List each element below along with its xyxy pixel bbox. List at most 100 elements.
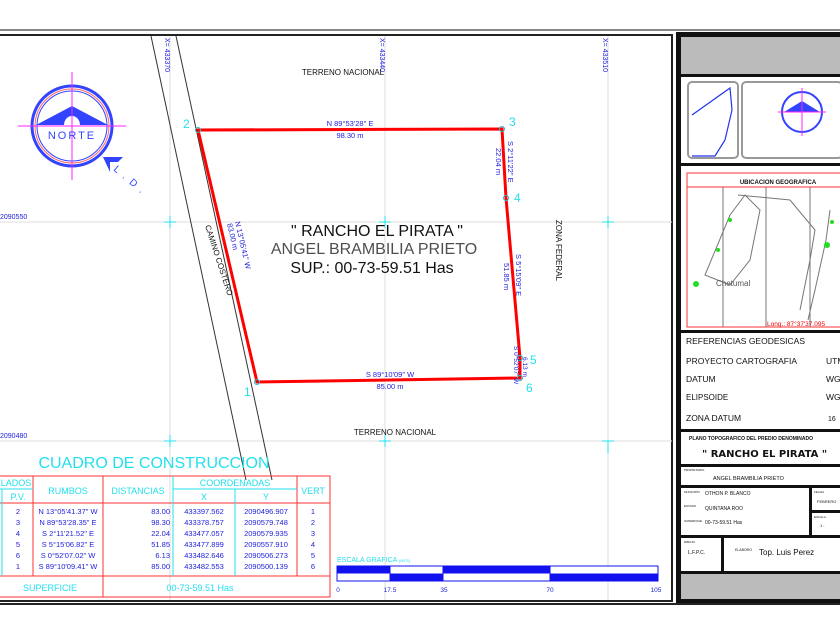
cell-x: 433482.553 [184,562,224,571]
scale-tick: 70 [546,587,554,594]
scale-tick: 105 [651,587,662,594]
cell-pv: 5 [16,540,20,549]
side-distance: 6.13 m [521,357,528,377]
side-distance: 22.04 m [494,148,503,175]
cell-vert: 2 [311,518,315,527]
location-panel [681,166,840,330]
cell-rumbo: N 89°53'28.35" E [39,518,96,527]
scale-title: ESCALA GRAFICA (MTS) [337,557,411,564]
owner-value: ANGEL BRAMBILIA PRIETO [713,476,785,482]
vertex-label: 4 [514,191,521,205]
refs-title: REFERENCIAS GEODESICAS [686,336,805,346]
cell-vert: 4 [311,540,315,549]
ref-value: WGS84 [826,374,840,384]
cell-y: 2090496.907 [244,507,288,516]
ref-label: DATUM [686,374,716,384]
escala-value: 1 : [820,523,824,528]
cell-dist: 85.00 [151,562,170,571]
title-block-header [681,37,840,74]
grid-y-label: 2090480 [0,433,27,440]
side-bearing: S 2°11'22" E [506,141,515,183]
header-rumbos: RUMBOS [48,486,88,496]
header-vert: VERT [301,486,325,496]
estado-label: ESTADO [684,504,697,508]
property-surface: SUP.: 00-73-59.51 Has [290,260,453,277]
longitude-label: Long.: 87°37'37.095 [767,320,825,328]
escala-label: ESCALA [814,515,826,519]
scale-tick: 0 [336,587,340,594]
side-bearing: S 89°10'09" W [366,370,415,379]
header-lados: LADOS [1,478,32,488]
scale-tick: 17.5 [384,587,397,594]
superficie-value: 00-73-59.51 Has [166,583,234,593]
table-row: 6 S 0°52'07.02" W 6.13 433482.646 2090506.27… [16,551,315,560]
vertex-label: 6 [526,381,533,395]
cell-y: 2090506.273 [244,551,288,560]
cell-y: 2090500.139 [244,562,288,571]
ref-value: UTM [826,356,840,366]
vertex-label: 5 [530,353,537,367]
plan-caption: PLANO TOPOGRAFICO DEL PREDIO DENOMINADO [689,436,813,442]
dibujo-label: DIBUJO [684,540,696,544]
cell-dist: 51.85 [151,540,170,549]
municipio-label: MUNICIPIO [684,490,701,494]
table-row: 4 S 2°11'21.52" E 22.04 433477.057 2090579.9… [16,529,315,538]
neighbor-south: TERRENO NACIONAL [354,428,437,437]
cell-dist: 22.04 [151,529,170,538]
superficie-label: SUPERFICIE [23,583,77,593]
cell-x: 433482.646 [184,551,224,560]
survey-drawing: X= 433370 X= 433440 X= 433510 2090550 20… [0,29,840,605]
cell-pv: 1 [16,562,20,571]
side-distance: 51.85 m [502,263,511,290]
cell-x: 433477.899 [184,540,224,549]
scale-tick: 35 [440,587,448,594]
estado-value: QUINTANA ROO [705,506,743,512]
header-x: X [201,492,207,502]
table-row: 3 N 89°53'28.35" E 98.30 433378.757 2090579.… [16,518,315,527]
cell-pv: 3 [16,518,20,527]
side-bearing: N 89°53'28" E [327,119,374,128]
header-y: Y [263,492,269,502]
cell-rumbo: S 5°15'06.82" E [42,540,95,549]
graphic-scale-bar [336,565,659,582]
cell-rumbo: S 89°10'09.41" W [39,562,99,571]
cell-y: 2090557.910 [244,540,288,549]
fecha-label: FECHA [814,490,824,494]
vertex-label: 1 [244,385,251,399]
grid-x-label: X= 433510 [601,38,608,72]
cell-rumbo: N 13°05'41.37" W [38,507,98,516]
cell-pv: 2 [16,507,20,516]
property-title: " RANCHO EL PIRATA " [291,223,463,240]
table-title: CUADRO DE CONSTRUCCION [38,455,269,472]
cell-y: 2090579.935 [244,529,288,538]
ref-value: 16 [828,416,836,423]
plan-name: " RANCHO EL PIRATA " [702,449,827,460]
ref-label: ZONA DATUM [686,413,741,423]
cell-dist: 98.30 [151,518,170,527]
side-distance: 85.00 m [376,382,403,391]
cell-x: 433378.757 [184,518,224,527]
dibujo-value: L.F.P.C. [688,550,705,556]
municipio-value: OTHON P. BLANCO [705,491,751,497]
vertex-label: 2 [183,117,190,131]
cell-pv: 4 [16,529,20,538]
owner-label: PROPIETARIO [684,468,705,472]
neighbor-north: TERRENO NACIONAL [302,68,385,77]
table-row: 5 S 5°15'06.82" E 51.85 433477.899 2090557.9… [16,540,315,549]
neighbor-east: ZONA FEDERAL [554,220,563,281]
cell-x: 433477.057 [184,529,224,538]
cell-vert: 1 [311,507,315,516]
ref-label: ELIPSOIDE [686,393,728,402]
header-distancias: DISTANCIAS [111,486,164,496]
header-coordenadas: COORDENADAS [200,478,271,488]
fecha-value: FEBRERO [817,499,836,504]
cell-pv: 6 [16,551,20,560]
side-bearing: S 0°52'07" W [512,346,520,385]
cell-vert: 6 [311,562,315,571]
cell-y: 2090579.748 [244,518,288,527]
vertex-label: 3 [509,115,516,129]
title-block-footer [681,574,840,599]
side-bearing: S 5°15'09" E [514,254,523,296]
logo-box [741,81,840,159]
north-label: NORTE [48,130,96,142]
